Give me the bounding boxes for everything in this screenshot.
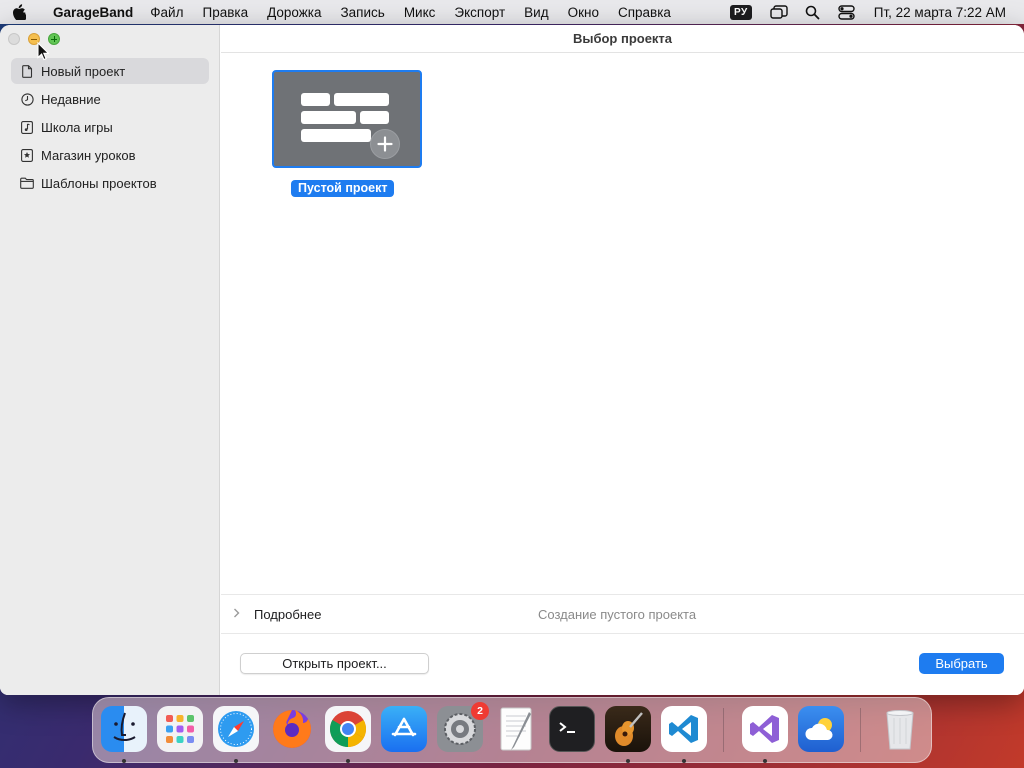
sidebar: Новый проект Недавние Школа игры Магазин… <box>0 25 220 695</box>
dock-finder-icon[interactable] <box>101 706 147 752</box>
sidebar-item-lesson-store[interactable]: Магазин уроков <box>11 142 209 168</box>
clock-icon <box>20 92 34 106</box>
dock: 2 <box>92 697 932 763</box>
sidebar-item-label: Магазин уроков <box>41 147 136 163</box>
main-pane: Выбор проекта Пустой проект Подробнее Со… <box>221 25 1024 695</box>
music-note-icon <box>20 120 34 134</box>
menu-mix[interactable]: Микс <box>404 5 436 20</box>
star-icon <box>20 148 34 162</box>
running-indicator <box>626 759 630 763</box>
control-center-icon[interactable] <box>838 4 856 20</box>
dock-system-settings-icon[interactable]: 2 <box>437 702 489 752</box>
chevron-right-icon[interactable] <box>233 607 245 621</box>
stage-manager-icon[interactable] <box>770 4 788 20</box>
add-plus-icon <box>370 129 400 159</box>
menu-window[interactable]: Окно <box>568 5 599 20</box>
project-chooser-window: Новый проект Недавние Школа игры Магазин… <box>0 25 1024 695</box>
dock-visual-studio-icon[interactable] <box>742 706 788 752</box>
menu-edit[interactable]: Правка <box>202 5 248 20</box>
dock-vscode-icon[interactable] <box>661 706 707 752</box>
close-window-button[interactable] <box>8 33 20 45</box>
template-thumbnail-block <box>301 93 330 106</box>
dock-separator <box>723 708 724 752</box>
menu-app-name[interactable]: GarageBand <box>53 5 133 20</box>
mouse-pointer-icon <box>37 41 50 64</box>
dock-chrome-icon[interactable] <box>325 706 371 752</box>
sidebar-item-learn-to-play[interactable]: Школа игры <box>11 114 209 140</box>
menu-track[interactable]: Дорожка <box>267 5 321 20</box>
template-description: Создание пустого проекта <box>538 606 697 622</box>
menu-bar-status-area: РУ Пт, 22 марта 7:22 AM <box>730 0 1024 24</box>
sidebar-item-project-templates[interactable]: Шаблоны проектов <box>11 170 209 196</box>
menu-file[interactable]: Файл <box>150 5 183 20</box>
document-icon <box>20 64 34 78</box>
empty-project-label[interactable]: Пустой проект <box>291 180 395 197</box>
dock-weather-icon[interactable] <box>798 706 844 752</box>
sidebar-item-label: Школа игры <box>41 119 113 135</box>
menu-help[interactable]: Справка <box>618 5 671 20</box>
spotlight-search-icon[interactable] <box>804 4 822 20</box>
menu-view[interactable]: Вид <box>524 5 548 20</box>
sidebar-item-label: Новый проект <box>41 63 126 79</box>
menu-bar: GarageBand Файл Правка Дорожка Запись Ми… <box>0 0 1024 24</box>
sidebar-item-label: Шаблоны проектов <box>41 175 157 191</box>
zoom-window-button[interactable] <box>48 33 60 45</box>
menu-export[interactable]: Экспорт <box>454 5 505 20</box>
window-controls <box>8 33 60 45</box>
window-title: Выбор проекта <box>221 25 1024 53</box>
running-indicator <box>346 759 350 763</box>
dock-textedit-icon[interactable] <box>493 706 539 752</box>
input-language-badge[interactable]: РУ <box>730 4 752 20</box>
sidebar-item-label: Недавние <box>41 91 101 107</box>
sidebar-list: Новый проект Недавние Школа игры Магазин… <box>11 58 209 198</box>
dock-app-store-icon[interactable] <box>381 706 427 752</box>
details-toggle[interactable]: Подробнее <box>254 607 321 622</box>
details-disclosure-bar: Подробнее Создание пустого проекта <box>221 594 1024 634</box>
menu-record[interactable]: Запись <box>341 5 385 20</box>
sidebar-item-recent[interactable]: Недавние <box>11 86 209 112</box>
template-thumbnail-block <box>301 111 356 124</box>
dock-launchpad-icon[interactable] <box>157 706 203 752</box>
dock-firefox-icon[interactable] <box>269 706 315 752</box>
template-thumbnail-block <box>301 129 371 142</box>
dock-separator <box>860 708 861 752</box>
dock-safari-icon[interactable] <box>213 706 259 752</box>
running-indicator <box>682 759 686 763</box>
running-indicator <box>763 759 767 763</box>
running-indicator <box>234 759 238 763</box>
open-project-button[interactable]: Открыть проект... <box>240 653 429 674</box>
dock-terminal-icon[interactable] <box>549 706 595 752</box>
menu-bar-clock[interactable]: Пт, 22 марта 7:22 AM <box>874 5 1006 20</box>
running-indicator <box>122 759 126 763</box>
apple-menu-icon[interactable] <box>0 4 38 20</box>
notification-badge: 2 <box>471 702 489 720</box>
template-thumbnail-block <box>334 93 389 106</box>
choose-button[interactable]: Выбрать <box>919 653 1004 674</box>
dock-garageband-icon[interactable] <box>605 706 651 752</box>
folder-icon <box>20 176 34 190</box>
template-thumbnail-block <box>360 111 389 124</box>
dock-trash-icon[interactable] <box>877 706 923 752</box>
empty-project-template[interactable] <box>272 70 422 168</box>
